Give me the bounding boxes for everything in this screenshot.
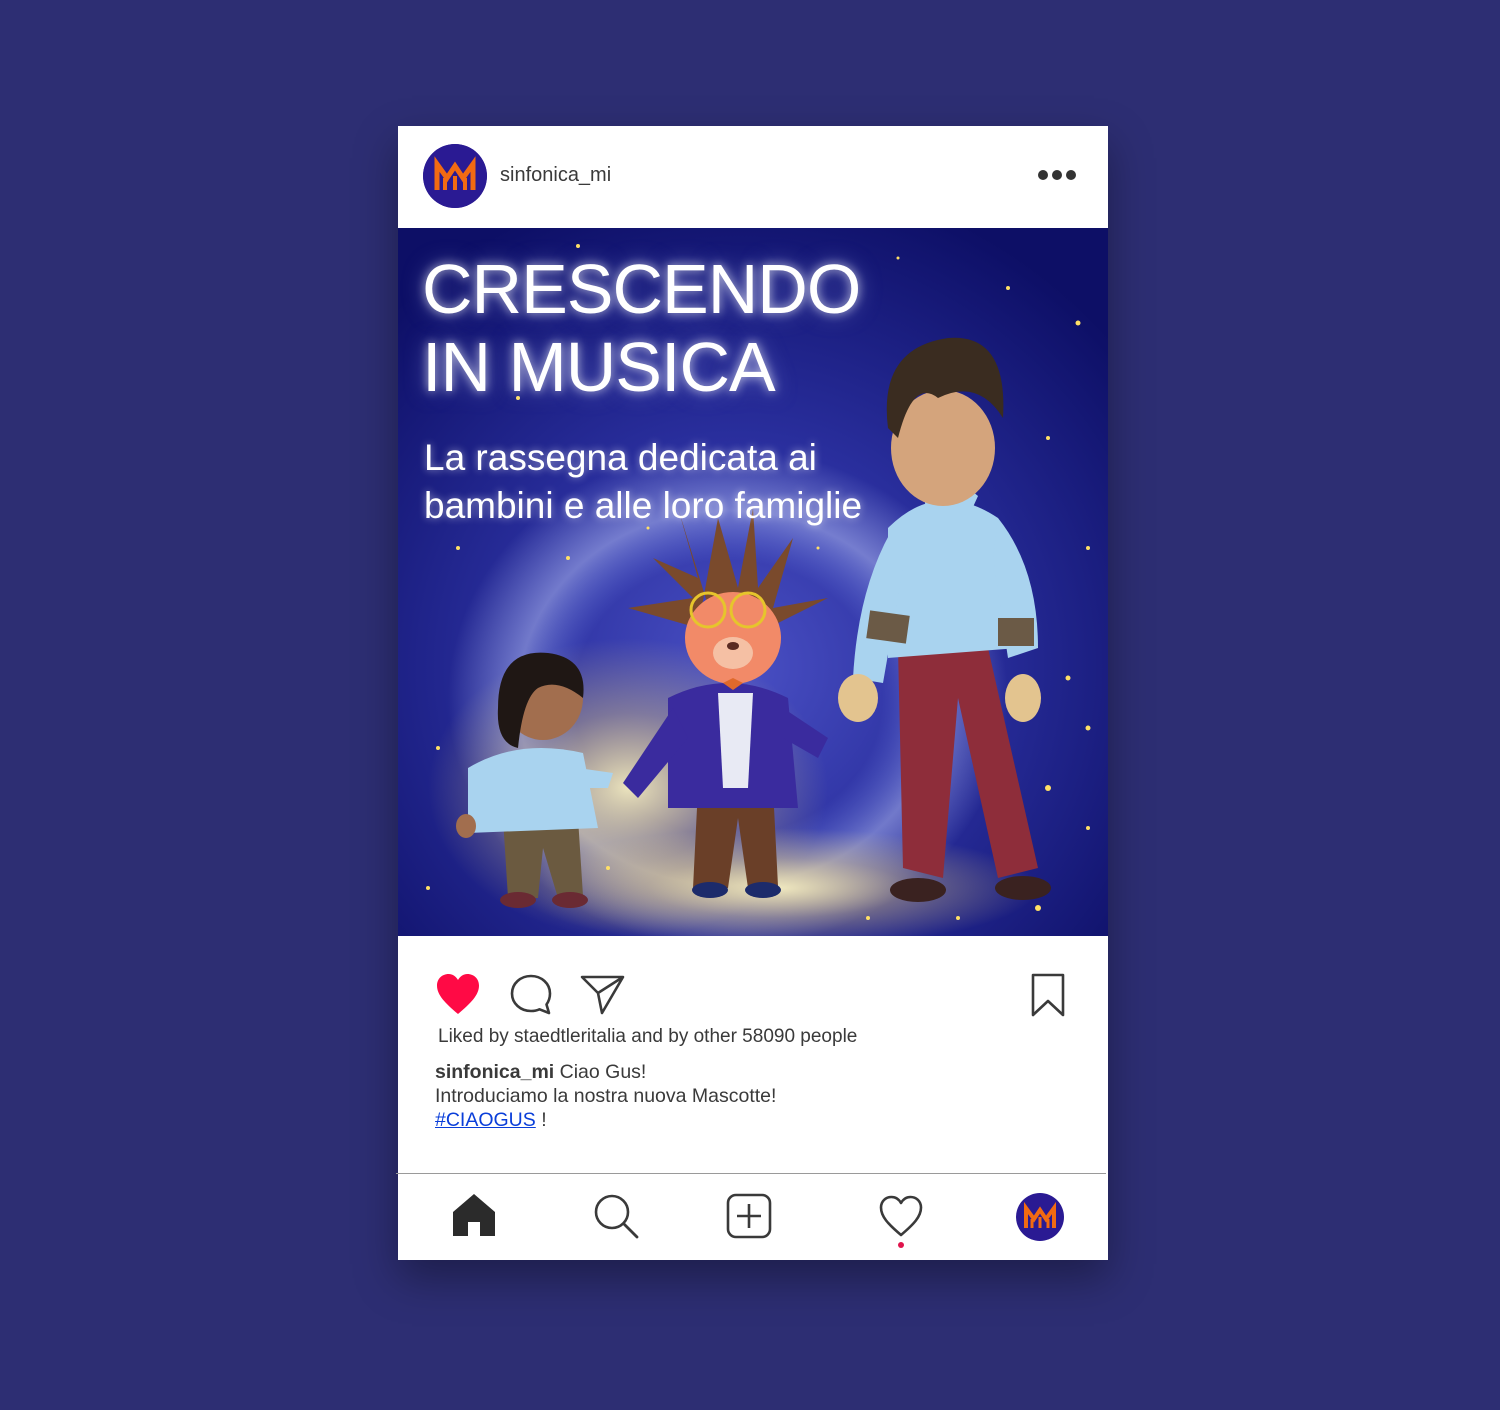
caption-tail: ! (535, 1109, 547, 1131)
bookmark-icon (1031, 973, 1065, 1017)
caption-text-2: Introduciamo la nostra nuova Mascotte! (435, 1085, 777, 1107)
like-button[interactable] (435, 972, 481, 1021)
post-header: sinfonica_mi (398, 126, 1108, 228)
account-avatar[interactable] (423, 144, 487, 208)
caption-line-3: #CIAOGUS ! (435, 1108, 776, 1132)
likes-summary[interactable]: Liked by staedtleritalia and by other 58… (438, 1026, 857, 1048)
orchestra-monogram-icon (423, 144, 487, 208)
search-icon (594, 1194, 639, 1239)
instagram-post-card: sinfonica_mi CRESCENDO IN MUSICA La rass… (396, 126, 1108, 1260)
more-dots-icon (1038, 170, 1048, 180)
add-post-icon (726, 1193, 772, 1239)
nav-add-post[interactable] (726, 1193, 772, 1244)
caption-line-1: sinfonica_mi Ciao Gus! (435, 1060, 776, 1084)
more-dot (1066, 170, 1076, 180)
more-options-button[interactable] (1034, 164, 1080, 186)
home-icon (453, 1194, 495, 1236)
profile-avatar-icon (1016, 1193, 1064, 1241)
more-dot (1052, 170, 1062, 180)
paper-plane-icon (580, 975, 625, 1015)
heart-outline-icon (879, 1195, 923, 1237)
caption-text-1: Ciao Gus! (559, 1061, 647, 1083)
account-username[interactable]: sinfonica_mi (500, 164, 611, 187)
save-button[interactable] (1030, 972, 1066, 1023)
comment-bubble-icon (510, 974, 552, 1015)
post-actions (398, 936, 1108, 1036)
share-button[interactable] (580, 973, 626, 1022)
bottom-navigation (398, 1174, 1108, 1260)
post-subtitle: La rassegna dedicata ai bambini e alle l… (424, 434, 984, 530)
heart-filled-icon (437, 974, 479, 1014)
subtitle-line-1: La rassegna dedicata ai (424, 437, 817, 478)
notification-dot (898, 1242, 904, 1248)
nav-search[interactable] (592, 1192, 640, 1245)
nav-activity[interactable] (878, 1194, 924, 1248)
nav-home[interactable] (450, 1192, 498, 1243)
headline-line-2: IN MUSICA (422, 328, 776, 406)
post-caption: sinfonica_mi Ciao Gus! Introduciamo la n… (435, 1060, 776, 1132)
hashtag-link[interactable]: #CIAOGUS (435, 1109, 536, 1131)
post-image[interactable]: CRESCENDO IN MUSICA La rassegna dedicata… (398, 228, 1108, 936)
headline-line-1: CRESCENDO (422, 250, 861, 328)
comment-button[interactable] (509, 973, 553, 1022)
nav-profile[interactable] (1016, 1193, 1064, 1246)
post-headline: CRESCENDO IN MUSICA (422, 250, 861, 406)
caption-username[interactable]: sinfonica_mi (435, 1061, 554, 1083)
subtitle-line-2: bambini e alle loro famiglie (424, 485, 863, 526)
